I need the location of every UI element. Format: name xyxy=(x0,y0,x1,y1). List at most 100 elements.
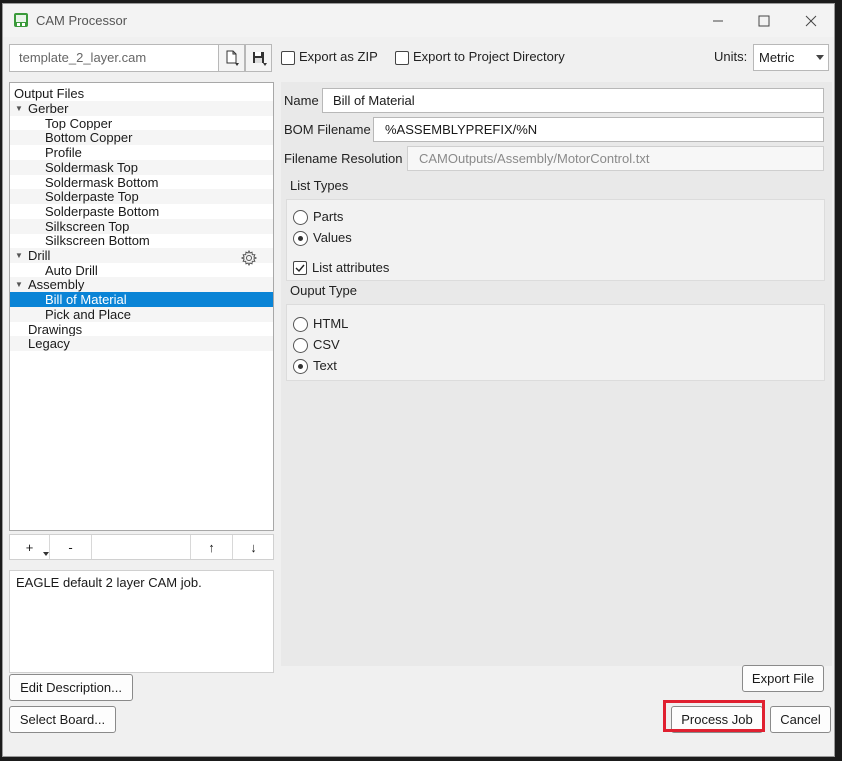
filename-resolution-label: Filename Resolution xyxy=(284,151,403,166)
tree-item[interactable]: Soldermask Bottom xyxy=(10,175,273,190)
tree-item-label: Drill xyxy=(28,248,51,263)
app-icon xyxy=(14,13,28,27)
radio-values[interactable] xyxy=(293,231,308,246)
radio-parts-label: Parts xyxy=(313,209,344,224)
tree-root-label: Output Files xyxy=(14,86,85,101)
chevron-down-icon xyxy=(816,55,824,60)
tree-item-label: Silkscreen Top xyxy=(45,218,130,234)
list-attributes-label: List attributes xyxy=(312,260,390,275)
settings-gear-icon[interactable] xyxy=(241,250,257,266)
new-file-icon xyxy=(226,50,239,66)
job-file-value: template_2_layer.cam xyxy=(19,50,147,65)
tree-item[interactable]: Top Copper xyxy=(10,116,273,131)
tree-item[interactable]: Silkscreen Top xyxy=(10,218,273,234)
add-output-button[interactable]: + xyxy=(10,535,50,559)
tree-item[interactable]: Bill of Material xyxy=(10,292,273,308)
job-file-field[interactable]: template_2_layer.cam xyxy=(9,44,218,72)
list-types-group: Parts Values List attributes xyxy=(286,199,825,281)
name-value: Bill of Material xyxy=(333,93,415,108)
output-type-group: HTML CSV Text xyxy=(286,304,825,381)
tree-item-label: Drawings xyxy=(28,321,83,337)
filename-resolution-value: CAMOutputs/Assembly/MotorControl.txt xyxy=(419,151,650,166)
tree-item[interactable]: Profile xyxy=(10,145,273,160)
tree-item-label: Pick and Place xyxy=(45,306,131,322)
export-file-button[interactable]: Export File xyxy=(742,665,824,692)
move-up-button[interactable]: ↑ xyxy=(191,535,233,559)
tree-item-label: Soldermask Bottom xyxy=(45,174,159,190)
tree-item[interactable]: Auto Drill xyxy=(10,263,273,278)
tree-item[interactable]: ▼ Assembly xyxy=(10,277,273,293)
output-type-label: Ouput Type xyxy=(290,283,357,298)
tree-item-label: Profile xyxy=(45,145,82,161)
tree-item-label: Legacy xyxy=(28,336,70,352)
maximize-icon[interactable] xyxy=(741,4,787,37)
export-project-label: Export to Project Directory xyxy=(413,49,565,64)
radio-text[interactable] xyxy=(293,359,308,374)
radio-html[interactable] xyxy=(293,317,308,332)
name-label: Name xyxy=(284,93,319,108)
output-files-tree: Output Files ▼ Gerber Top Copper Bottom Cop… xyxy=(9,82,274,531)
expand-caret-icon[interactable]: ▼ xyxy=(15,277,23,292)
radio-csv-label: CSV xyxy=(313,337,340,352)
remove-output-button[interactable]: - xyxy=(50,535,92,559)
tree-item[interactable]: Soldermask Top xyxy=(10,159,273,175)
tree-item[interactable]: Bottom Copper xyxy=(10,130,273,146)
tree-item-label: Silkscreen Bottom xyxy=(45,233,150,249)
units-select[interactable]: Metric xyxy=(753,44,829,71)
list-types-label: List Types xyxy=(290,178,349,193)
expand-caret-icon[interactable]: ▼ xyxy=(15,101,23,116)
tree-item-label: Auto Drill xyxy=(45,262,98,278)
tree-item[interactable]: Solderpaste Top xyxy=(10,189,273,205)
units-value: Metric xyxy=(759,50,795,65)
minimize-icon[interactable] xyxy=(695,4,741,37)
units-label: Units: xyxy=(714,49,748,64)
tree-item[interactable]: ▼ Gerber xyxy=(10,101,273,116)
checkmark-icon xyxy=(295,264,305,273)
radio-csv[interactable] xyxy=(293,338,308,353)
tree-item[interactable]: Drawings xyxy=(10,322,273,337)
tree-item[interactable]: Solderpaste Bottom xyxy=(10,204,273,219)
radio-text-label: Text xyxy=(313,358,337,373)
tree-item[interactable]: Pick and Place xyxy=(10,306,273,322)
job-description-text: EAGLE default 2 layer CAM job. xyxy=(16,575,202,590)
tree-item[interactable]: ▼ Drill xyxy=(10,248,273,263)
move-down-button[interactable]: ↓ xyxy=(233,535,274,559)
list-attributes-checkbox[interactable] xyxy=(293,261,307,275)
bom-filename-label: BOM Filename xyxy=(284,122,371,137)
filename-resolution-field: CAMOutputs/Assembly/MotorControl.txt xyxy=(407,146,824,171)
save-file-button[interactable] xyxy=(245,44,272,72)
cancel-button[interactable]: Cancel xyxy=(770,706,831,733)
bom-filename-value: %ASSEMBLYPREFIX/%N xyxy=(385,122,538,137)
cam-processor-window: CAM Processor template_2_layer.cam Expor… xyxy=(2,3,835,757)
export-zip-checkbox[interactable] xyxy=(281,51,295,65)
tree-root[interactable]: Output Files xyxy=(10,86,273,101)
name-input[interactable]: Bill of Material xyxy=(322,88,824,113)
job-description[interactable]: EAGLE default 2 layer CAM job. xyxy=(9,570,274,673)
chevron-down-icon xyxy=(43,552,49,556)
add-label: + xyxy=(25,539,34,555)
tree-item-label: Soldermask Top xyxy=(45,159,138,175)
remove-label: - xyxy=(68,539,73,555)
process-job-highlight xyxy=(663,700,765,732)
expand-caret-icon[interactable]: ▼ xyxy=(15,248,23,263)
tree-item[interactable]: Silkscreen Bottom xyxy=(10,233,273,248)
tree-item-label: Solderpaste Top xyxy=(45,189,139,205)
tree-item-label: Top Copper xyxy=(45,115,113,131)
new-file-button[interactable] xyxy=(218,44,245,72)
tree-item-label: Gerber xyxy=(28,101,69,116)
radio-html-label: HTML xyxy=(313,316,349,331)
radio-parts[interactable] xyxy=(293,210,308,225)
export-project-checkbox[interactable] xyxy=(395,51,409,65)
arrow-up-icon: ↑ xyxy=(208,539,215,555)
tree-item-label: Assembly xyxy=(28,277,85,293)
tree-item-label: Bottom Copper xyxy=(45,130,133,146)
arrow-down-icon: ↓ xyxy=(250,539,257,555)
tree-item-label: Solderpaste Bottom xyxy=(45,203,160,219)
tree-item-label: Bill of Material xyxy=(45,292,127,308)
edit-description-button[interactable]: Edit Description... xyxy=(9,674,133,701)
select-board-button[interactable]: Select Board... xyxy=(9,706,116,733)
close-icon[interactable] xyxy=(788,4,834,37)
tree-actions-bar: + - ↑ ↓ xyxy=(9,534,274,560)
tree-item[interactable]: Legacy xyxy=(10,336,273,352)
bom-filename-input[interactable]: %ASSEMBLYPREFIX/%N xyxy=(373,117,824,142)
